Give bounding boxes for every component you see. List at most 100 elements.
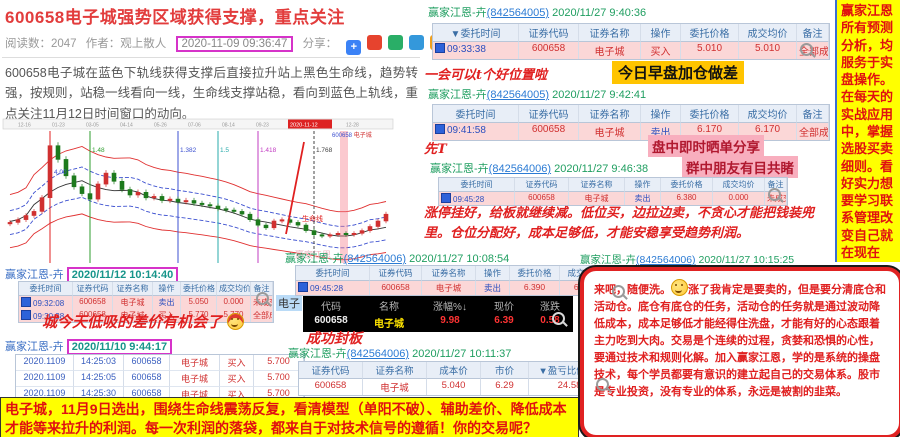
share-plus-icon[interactable]: + xyxy=(346,40,361,55)
table-header: 委托时间证券代码证券名称操作委托价格成交均价备注 xyxy=(439,178,787,192)
timestamp: 2020/11/27 10:15:25 xyxy=(698,254,794,266)
timestamp: 2020/11/27 9:40:36 xyxy=(552,7,646,19)
username: 赢家江恩-卉 xyxy=(430,163,489,175)
speech-bubble: 来吧，随便洗。涨了我肯定是要卖的，但是要分清底仓和活动仓。底仓有底仓的任务，活动… xyxy=(580,267,900,437)
magnifier-icon xyxy=(800,43,813,56)
order-table-2: 委托时间证券代码证券名称操作委托价格成交均价备注09:41:58600658电子… xyxy=(432,104,830,141)
svg-text:2020-11-12: 2020-11-12 xyxy=(290,123,318,129)
qq-id-link[interactable]: (842564006) xyxy=(344,253,406,265)
table-header: 委托时间证券代码证券名称操作委托价格成交均价备注 xyxy=(433,105,829,123)
table-row: 600658电子城5.0406.2924.58 xyxy=(299,379,611,395)
bottom-banner: 电子城，11月9日选出，围绕生命线震荡反复，看清模型（单阳不破）、辅助差价、降低… xyxy=(0,397,579,437)
message-header: 赢家江恩-卉(842564005) 2020/11/27 9:40:36 xyxy=(428,4,646,20)
timestamp: 2020/11/27 10:08:54 xyxy=(409,253,509,265)
message-header: 赢家江恩-卉(842564006) 2020/11/27 10:15:25 xyxy=(580,252,794,267)
struggle-emoji-icon xyxy=(227,313,244,330)
qq-id-link[interactable]: (842564006) xyxy=(347,348,409,360)
magnifier-icon xyxy=(256,292,269,305)
table-row: 09:41:58600658电子城卖出6.1706.170全部成交 xyxy=(433,123,829,140)
magnifier-icon xyxy=(768,188,781,201)
svg-text:08-14: 08-14 xyxy=(222,123,235,129)
share-slogan-line1: 盘中即时晒单分享 xyxy=(648,135,764,157)
article-meta: 阅读数：2047 作者：观上散人 2020-11-09 09:36:47 分享：… xyxy=(5,35,478,55)
flag-icon xyxy=(435,124,445,134)
message-header: 赢家江恩-卉 2020/11/12 10:14:40 xyxy=(5,266,178,282)
qq-id-link[interactable]: (842564005) xyxy=(487,7,549,19)
table-header: 代码名称涨幅%↓现价涨跌 xyxy=(304,297,572,314)
svg-text:1.768: 1.768 xyxy=(316,147,333,154)
table-header: 证券代码证券名称成本价市价▼盈亏比例(%) xyxy=(299,362,611,379)
stock-name-highlight: 电子 xyxy=(276,295,302,311)
flag-icon xyxy=(435,43,445,53)
timestamp: 2020/11/27 9:46:38 xyxy=(554,163,648,175)
position-table: 证券代码证券名称成本价市价▼盈亏比例(%)600658电子城5.0406.292… xyxy=(298,361,612,396)
flag-icon xyxy=(21,310,31,320)
first-t-annotation: 先T xyxy=(424,138,447,157)
svg-text:12-16: 12-16 xyxy=(18,123,31,129)
svg-text:600658 电子城: 600658 电子城 xyxy=(332,131,372,139)
divider xyxy=(2,57,420,58)
username: 赢家江恩-卉 xyxy=(5,269,64,281)
good-position-annotation: 一会可以t个好位置啦 xyxy=(424,64,547,83)
share-wechat-icon[interactable] xyxy=(388,35,403,50)
bubble-text-pre: 来吧，随便洗。 xyxy=(594,283,671,296)
table-header: ▼委托时间证券代码证券名称操作委托价格成交均价备注 xyxy=(433,24,829,42)
username: 赢家江恩-卉 xyxy=(5,341,64,353)
svg-text:1.382: 1.382 xyxy=(180,147,197,154)
svg-text:1.418: 1.418 xyxy=(260,147,277,154)
share-label: 分享： xyxy=(303,38,338,50)
magnifier-icon xyxy=(612,285,625,298)
grin-emoji-icon xyxy=(671,279,688,296)
svg-text:1.48: 1.48 xyxy=(92,147,105,154)
magnifier-icon xyxy=(552,312,565,325)
share-slogan-line2: 群中朋友有目共睹 xyxy=(682,156,798,178)
qq-id-link[interactable]: (842564005) xyxy=(487,89,549,101)
order-table-3: 委托时间证券代码证券名称操作委托价格成交均价备注09:45:28600658电子… xyxy=(438,177,788,206)
svg-text:07-06: 07-06 xyxy=(188,123,201,129)
svg-text:04-14: 04-14 xyxy=(120,123,133,129)
share-weibo-icon[interactable] xyxy=(367,35,382,50)
publish-time-box: 2020-11-09 09:36:47 xyxy=(176,36,294,52)
share-qq-icon[interactable] xyxy=(409,35,424,50)
username: 赢家江恩-卉 xyxy=(285,253,344,265)
flag-icon xyxy=(21,297,31,307)
message-header: 赢家江恩-卉(842564005) 2020/11/27 9:42:41 xyxy=(428,86,646,102)
table-row: 2020.110914:25:03600658电子城买入5.700 xyxy=(16,355,304,371)
order-table-1: ▼委托时间证券代码证券名称操作委托价格成交均价备注09:33:38600658电… xyxy=(432,23,830,60)
read-count: 阅读数：2047 xyxy=(5,38,77,50)
table-row: 2020.110914:25:05600658电子城买入5.700 xyxy=(16,371,304,387)
page: 600658电子城强势区域获得支撑，重点关注 阅读数：2047 作者：观上散人 … xyxy=(0,0,900,437)
message-header: 赢家江恩-卉 2020/11/10 9:44:17 xyxy=(5,338,172,354)
svg-text:1.5: 1.5 xyxy=(220,147,229,154)
username: 赢家江恩-卉 xyxy=(428,7,487,19)
limit-up-annotation: 涨停挂好，给板就继续减。低位买，边拉边卖，不贪心才能把钱装兜里。仓位分配好，成本… xyxy=(424,204,834,244)
svg-text:03-05: 03-05 xyxy=(86,123,99,129)
svg-text:09-23: 09-23 xyxy=(256,123,269,129)
chart-canvas: 12-1601-2303-0504-1405-2607-0608-1409-23… xyxy=(2,118,394,268)
low-buy-annotation: 城今天低吸的差价有机会了 xyxy=(42,311,244,332)
qq-id-link[interactable]: (842564006) xyxy=(489,163,551,175)
page-title: 600658电子城强势区域获得支撑，重点关注 xyxy=(5,3,345,28)
bubble-text-post: 涨了我肯定是要卖的，但是要分清底仓和活动仓。底仓有底仓的任务，活动仓的任务就是通… xyxy=(594,283,886,398)
author: 作者：观上散人 xyxy=(86,38,167,50)
timestamp: 2020/11/27 10:11:37 xyxy=(412,348,511,360)
message-header: 赢家江恩-卉(842564006) 2020/11/27 10:11:37 xyxy=(288,345,511,361)
quote-bar: 代码名称涨幅%↓现价涨跌600658电子城9.986.390.58 xyxy=(303,296,573,332)
username: 赢家江恩-卉 xyxy=(288,348,347,360)
svg-text:12-28: 12-28 xyxy=(346,123,359,129)
promo-sidebar: 赢家江恩所有预测分析，均服务于实盘操作。在每天的实战应用中，掌握选股买卖细则。看… xyxy=(835,0,900,262)
message-header: 赢家江恩-卉(842564006) 2020/11/27 10:08:54 xyxy=(285,250,509,266)
table-row: 09:32:08600658电子城卖出5.0500.000未成交 xyxy=(19,296,273,309)
username: 赢家江恩-卉 xyxy=(428,89,487,101)
table-row: 09:33:38600658电子城买入5.0105.010全部成交 xyxy=(433,42,829,59)
timestamp: 2020/11/27 9:42:41 xyxy=(552,89,646,101)
svg-text:生命线: 生命线 xyxy=(302,214,323,223)
article-body: 600658电子城在蓝色下轨线获得支撑后直接拉升站上黑色生命线，趋势转强，按规则… xyxy=(5,63,418,124)
table-header: 委托时间证券代码证券名称操作委托价格成交均价备注 xyxy=(19,282,273,296)
morning-add-highlight: 今日早盘加仓做差 xyxy=(612,61,744,84)
svg-text:05-26: 05-26 xyxy=(154,123,167,129)
qq-id-link[interactable]: (842564006) xyxy=(636,254,696,266)
message-header: 赢家江恩-卉(842564006) 2020/11/27 9:46:38 xyxy=(430,160,648,176)
flag-icon xyxy=(298,282,308,292)
username: 赢家江恩-卉 xyxy=(580,254,636,266)
